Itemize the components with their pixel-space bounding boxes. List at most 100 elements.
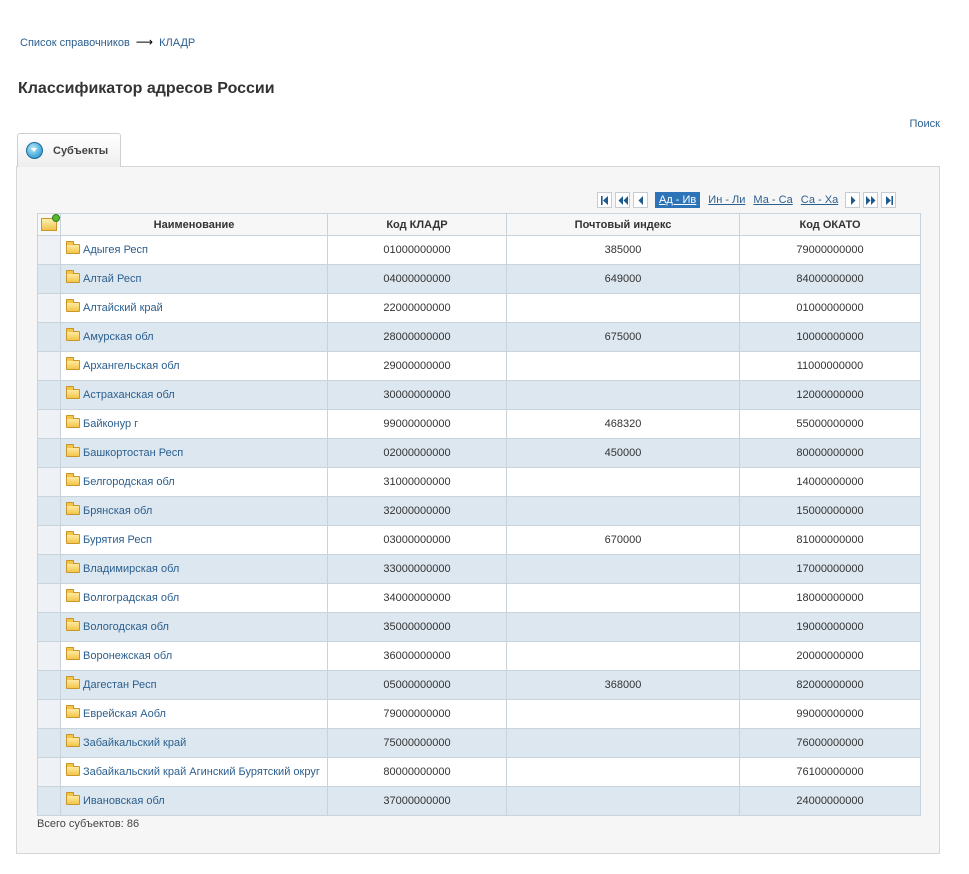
table-row[interactable]: Байконур г 99000000000 468320 55000000000 — [37, 409, 921, 439]
tab-toggle-icon[interactable] — [26, 142, 43, 159]
prev-page-button[interactable] — [633, 192, 648, 208]
cell-name: Владимирская обл — [60, 554, 328, 584]
page-range-2[interactable]: Ин - Ли — [708, 194, 745, 206]
next-group-button[interactable] — [863, 192, 879, 208]
row-gutter — [37, 583, 61, 613]
subject-link[interactable]: Алтай Респ — [83, 273, 141, 285]
folder-icon — [66, 444, 80, 457]
cell-name: Ивановская обл — [60, 786, 328, 816]
cell-postal — [506, 757, 740, 787]
cell-okato: 18000000000 — [739, 583, 921, 613]
subject-link[interactable]: Ивановская обл — [83, 795, 165, 807]
next-page-icon — [851, 196, 856, 205]
table-row[interactable]: Вологодская обл 35000000000 19000000000 — [37, 612, 921, 642]
table-row[interactable]: Белгородская обл 31000000000 14000000000 — [37, 467, 921, 497]
folder-icon — [66, 415, 80, 428]
column-header-postal[interactable]: Почтовый индекс — [506, 213, 740, 236]
table-row[interactable]: Адыгея Респ 01000000000 385000 79000000000 — [37, 235, 921, 265]
table-row[interactable]: Астраханская обл 30000000000 12000000000 — [37, 380, 921, 410]
cell-postal: 368000 — [506, 670, 740, 700]
cell-name: Алтайский край — [60, 293, 328, 323]
column-header-name[interactable]: Наименование — [60, 213, 328, 236]
column-header-okato[interactable]: Код ОКАТО — [739, 213, 921, 236]
folder-icon — [66, 618, 80, 631]
table-row[interactable]: Дагестан Респ 05000000000 368000 8200000000… — [37, 670, 921, 700]
subject-link[interactable]: Амурская обл — [83, 331, 154, 343]
cell-kladr: 02000000000 — [327, 438, 507, 468]
subject-link[interactable]: Воронежская обл — [83, 650, 172, 662]
last-page-button[interactable] — [881, 192, 897, 208]
folder-icon — [66, 473, 80, 486]
table-row[interactable]: Алтайский край 22000000000 01000000000 — [37, 293, 921, 323]
table-row[interactable]: Воронежская обл 36000000000 20000000000 — [37, 641, 921, 671]
folder-icon — [66, 531, 80, 544]
cell-postal — [506, 786, 740, 816]
subject-link[interactable]: Брянская обл — [83, 505, 152, 517]
subject-link[interactable]: Астраханская обл — [83, 389, 175, 401]
cell-postal: 450000 — [506, 438, 740, 468]
add-folder-cell[interactable] — [37, 213, 61, 236]
cell-kladr: 05000000000 — [327, 670, 507, 700]
folder-icon — [66, 705, 80, 718]
cell-okato: 80000000000 — [739, 438, 921, 468]
subject-link[interactable]: Вологодская обл — [83, 621, 169, 633]
folder-icon — [66, 734, 80, 747]
subject-link[interactable]: Белгородская обл — [83, 476, 175, 488]
table-row[interactable]: Еврейская Аобл 79000000000 99000000000 — [37, 699, 921, 729]
first-page-button[interactable] — [597, 192, 612, 208]
search-link[interactable]: Поиск — [910, 118, 940, 130]
cell-name: Забайкальский край — [60, 728, 328, 758]
next-page-button[interactable] — [845, 192, 861, 208]
subject-link[interactable]: Забайкальский край — [83, 737, 186, 749]
table-row[interactable]: Забайкальский край 75000000000 76000000000 — [37, 728, 921, 758]
subject-link[interactable]: Архангельская обл — [83, 360, 180, 372]
table-row[interactable]: Амурская обл 28000000000 675000 10000000000 — [37, 322, 921, 352]
subject-link[interactable]: Владимирская обл — [83, 563, 179, 575]
page-range-3[interactable]: Ма - Са — [753, 194, 792, 206]
cell-kladr: 31000000000 — [327, 467, 507, 497]
subject-link[interactable]: Башкортостан Респ — [83, 447, 183, 459]
subject-link[interactable]: Адыгея Респ — [83, 244, 148, 256]
table-row[interactable]: Забайкальский край Агинский Бурятский ок… — [37, 757, 921, 787]
tab-subjects[interactable]: Субъекты — [17, 133, 121, 167]
cell-name: Вологодская обл — [60, 612, 328, 642]
folder-icon — [66, 676, 80, 689]
cell-kladr: 33000000000 — [327, 554, 507, 584]
cell-postal — [506, 293, 740, 323]
subject-link[interactable]: Дагестан Респ — [83, 679, 157, 691]
next-group-icon — [866, 196, 876, 205]
column-header-kladr[interactable]: Код КЛАДР — [327, 213, 507, 236]
table-row[interactable]: Ивановская обл 37000000000 24000000000 — [37, 786, 921, 816]
subject-link[interactable]: Бурятия Респ — [83, 534, 152, 546]
breadcrumb-link-kladr[interactable]: КЛАДР — [159, 37, 195, 49]
cell-name: Башкортостан Респ — [60, 438, 328, 468]
add-folder-icon[interactable] — [41, 213, 60, 231]
table-row[interactable]: Архангельская обл 29000000000 11000000000 — [37, 351, 921, 381]
cell-postal — [506, 612, 740, 642]
cell-name: Архангельская обл — [60, 351, 328, 381]
cell-kladr: 22000000000 — [327, 293, 507, 323]
table-row[interactable]: Алтай Респ 04000000000 649000 84000000000 — [37, 264, 921, 294]
page-range-1[interactable]: Ад - Ив — [655, 192, 701, 208]
page-range-4[interactable]: Са - Ха — [801, 194, 838, 206]
prev-group-button[interactable] — [615, 192, 630, 208]
row-gutter — [37, 293, 61, 323]
subject-link[interactable]: Байконур г — [83, 418, 138, 430]
cell-postal — [506, 467, 740, 497]
subject-link[interactable]: Еврейская Аобл — [83, 708, 166, 720]
table-row[interactable]: Владимирская обл 33000000000 17000000000 — [37, 554, 921, 584]
table-row[interactable]: Башкортостан Респ 02000000000 450000 800000… — [37, 438, 921, 468]
subject-link[interactable]: Алтайский край — [83, 302, 163, 314]
table-row[interactable]: Волгоградская обл 34000000000 18000000000 — [37, 583, 921, 613]
table-row[interactable]: Бурятия Респ 03000000000 670000 81000000000 — [37, 525, 921, 555]
cell-okato: 11000000000 — [739, 351, 921, 381]
breadcrumb-link-directories[interactable]: Список справочников — [20, 37, 130, 49]
cell-name: Брянская обл — [60, 496, 328, 526]
table-row[interactable]: Брянская обл 32000000000 15000000000 — [37, 496, 921, 526]
subject-link[interactable]: Забайкальский край Агинский Бурятский ок… — [83, 766, 320, 778]
page-title: Классификатор адресов России — [18, 80, 275, 97]
subject-link[interactable]: Волгоградская обл — [83, 592, 179, 604]
cell-name: Адыгея Респ — [60, 235, 328, 265]
row-gutter — [37, 438, 61, 468]
cell-kladr: 79000000000 — [327, 699, 507, 729]
